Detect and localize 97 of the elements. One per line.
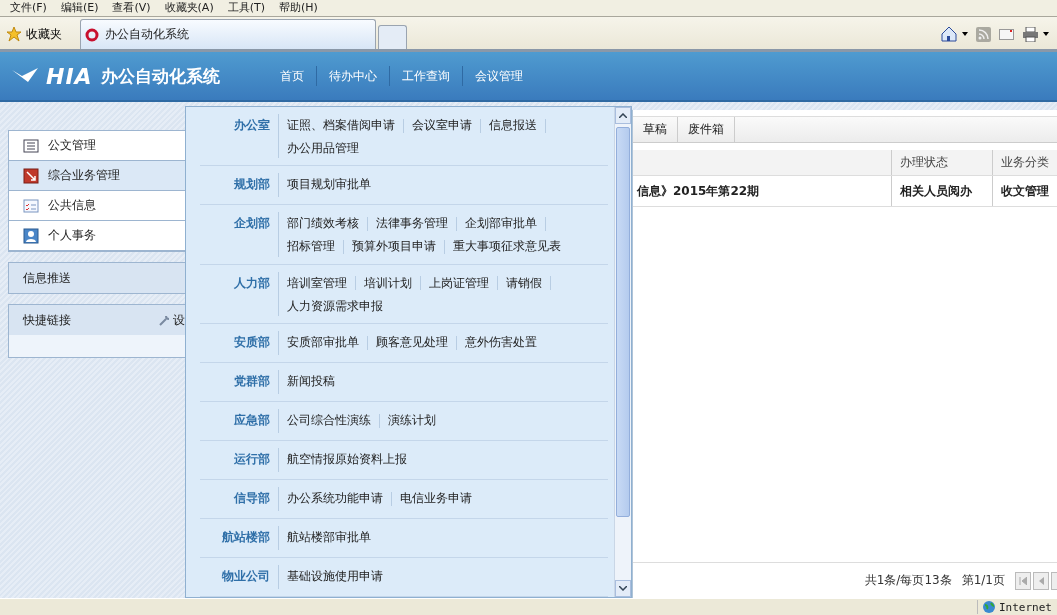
system-title: 办公自动化系统 <box>100 64 220 88</box>
settings-link[interactable]: 设 <box>159 311 185 329</box>
panel-title: 快捷链接 <box>23 311 71 329</box>
checklist-icon <box>23 197 39 214</box>
department-label: 安质部 <box>233 334 271 351</box>
feed-button[interactable] <box>976 26 991 42</box>
department-label: 运行部 <box>233 451 271 468</box>
chevron-down-icon <box>619 586 627 591</box>
print-button[interactable] <box>1022 26 1049 42</box>
department-label: 党群部 <box>233 373 271 390</box>
department-label: 办公室 <box>233 117 271 134</box>
nav-link[interactable]: 工作查询 <box>389 66 462 86</box>
mail-button[interactable] <box>999 28 1014 40</box>
envelope-icon <box>999 28 1014 40</box>
content-tab[interactable]: 草稿 <box>633 117 678 142</box>
first-page-button[interactable] <box>1015 571 1031 590</box>
menu-link[interactable]: 上岗证管理 <box>421 271 497 295</box>
nav-link[interactable]: 会议管理 <box>462 66 535 86</box>
nav-link[interactable]: 待办中心 <box>316 66 389 86</box>
panel-title: 信息推送 <box>23 269 71 287</box>
menu-item[interactable]: 收藏夹(A) <box>158 0 220 16</box>
menu-link[interactable]: 电信业务申请 <box>392 487 480 511</box>
department-label: 物业公司 <box>221 568 271 585</box>
menu-link[interactable]: 航站楼部审批单 <box>279 526 379 550</box>
department-label: 人力部 <box>233 274 271 292</box>
menu-link[interactable]: 航空情报原始资料上报 <box>279 448 415 472</box>
table-cell: 收文管理 <box>992 176 1057 206</box>
menu-link[interactable]: 公司综合性演练 <box>279 409 379 433</box>
previous-page-button[interactable] <box>1033 571 1049 590</box>
department-label: 应急部 <box>233 412 271 429</box>
column-header: 业务分类 <box>992 150 1057 175</box>
favorites-button[interactable]: 收藏夹 <box>2 19 66 49</box>
menu-link[interactable]: 意外伤害处置 <box>457 331 545 355</box>
department-label: 规划部 <box>233 176 271 194</box>
menu-item[interactable]: 文件(F) <box>4 0 53 16</box>
column-header: 办理状态 <box>891 150 992 175</box>
caret-icon <box>962 32 968 36</box>
previous-icon <box>1038 576 1044 585</box>
menu-item[interactable]: 工具(T) <box>221 0 271 16</box>
page-indicator: 第1/1页 <box>961 572 1005 589</box>
sidebar-item[interactable]: 综合业务管理 <box>9 161 185 191</box>
home-icon <box>940 26 958 42</box>
menu-link[interactable]: 信息报送 <box>481 114 545 137</box>
menu-link[interactable]: 新闻投稿 <box>279 370 343 394</box>
nav-link[interactable]: 首页 <box>267 66 316 86</box>
browser-tab[interactable]: 办公自动化系统 <box>80 19 376 49</box>
person-icon <box>23 227 39 244</box>
menu-link[interactable]: 办公用品管理 <box>279 137 367 160</box>
menu-link[interactable]: 基础设施使用申请 <box>279 565 391 589</box>
scrollbar-thumb[interactable] <box>616 127 630 517</box>
menu-link[interactable]: 招标管理 <box>279 235 343 259</box>
arrows-icon <box>23 167 39 184</box>
menu-link[interactable]: 办公系统功能申请 <box>279 487 391 511</box>
menu-link[interactable]: 企划部审批单 <box>457 212 545 236</box>
chevron-up-icon <box>619 113 627 118</box>
content-tab[interactable]: 废件箱 <box>678 117 735 142</box>
department-label: 航站楼部 <box>221 529 271 546</box>
menu-link[interactable]: 培训计划 <box>356 271 420 295</box>
first-page-icon <box>1019 576 1027 585</box>
zone-label: Internet <box>999 600 1052 614</box>
sidebar-item[interactable]: 个人事务 <box>9 221 185 251</box>
table-cell: 相关人员阅办 <box>891 176 992 206</box>
home-button[interactable] <box>940 26 968 42</box>
menu-link[interactable]: 培训室管理 <box>279 271 355 295</box>
menu-link[interactable]: 演练计划 <box>380 409 444 433</box>
sidebar-item[interactable]: 公共信息 <box>9 191 185 221</box>
wrench-icon <box>159 314 171 326</box>
menu-item[interactable]: 查看(V) <box>106 0 157 16</box>
logo-text: HIA <box>46 63 93 89</box>
printer-icon <box>1022 26 1039 42</box>
menu-link[interactable]: 项目规划审批单 <box>279 173 379 198</box>
sidebar-item[interactable]: 公文管理 <box>9 131 185 161</box>
document-icon <box>23 137 39 154</box>
department-label: 企划部 <box>233 215 271 233</box>
feed-icon <box>976 26 991 42</box>
new-tab-button[interactable] <box>378 25 407 49</box>
next-page-button[interactable] <box>1051 571 1057 590</box>
star-icon <box>6 26 22 42</box>
menu-link[interactable]: 请销假 <box>498 271 550 295</box>
menu-link[interactable]: 证照、档案借阅申请 <box>279 114 403 137</box>
menu-link[interactable]: 部门绩效考核 <box>279 212 367 236</box>
menu-link[interactable]: 预算外项目申请 <box>344 235 444 259</box>
menu-link[interactable]: 重大事项征求意见表 <box>445 235 569 259</box>
menu-link[interactable]: 安质部审批单 <box>279 331 367 355</box>
menu-item[interactable]: 帮助(H) <box>273 0 324 16</box>
menu-link[interactable]: 会议室申请 <box>404 114 480 137</box>
scroll-up-button[interactable] <box>615 107 631 124</box>
menu-item[interactable]: 编辑(E) <box>54 0 105 16</box>
menu-link[interactable]: 法律事务管理 <box>368 212 456 236</box>
globe-icon <box>982 600 996 614</box>
table-cell-text: 信息》2015年第22期 <box>635 182 761 200</box>
pager-summary: 共1条/每页13条 <box>864 572 952 589</box>
menu-link[interactable]: 人力资源需求申报 <box>279 294 391 318</box>
department-label: 信导部 <box>232 490 271 507</box>
menu-link[interactable]: 顾客意见处理 <box>368 331 456 355</box>
scroll-down-button[interactable] <box>615 580 631 597</box>
caret-icon <box>1043 32 1049 36</box>
